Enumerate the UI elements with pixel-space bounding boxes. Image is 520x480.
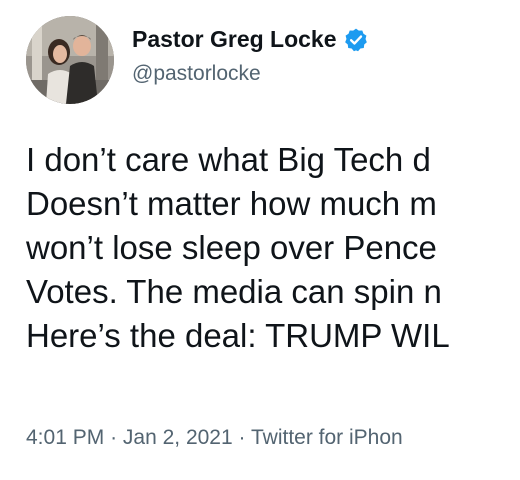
tweet-time[interactable]: 4:01 PM — [26, 426, 104, 449]
tweet-text: I don’t care what Big Tech d Doesn’t mat… — [26, 138, 520, 358]
user-handle[interactable]: @pastorlocke — [132, 62, 261, 86]
display-name-text: Pastor Greg Locke — [132, 26, 337, 52]
tweet-source[interactable]: Twitter for iPhon — [251, 426, 403, 449]
tweet-date[interactable]: Jan 2, 2021 — [123, 426, 233, 449]
tweet-line: Doesn’t matter how much m — [26, 185, 437, 222]
meta-separator: · — [110, 426, 118, 449]
tweet-line: Votes. The media can spin n — [26, 273, 442, 310]
verified-badge-icon — [343, 27, 369, 53]
display-name[interactable]: Pastor Greg Locke — [132, 26, 369, 53]
avatar-photo — [26, 16, 114, 104]
tweet-line: I don’t care what Big Tech d — [26, 141, 431, 178]
tweet-line: won’t lose sleep over Pence — [26, 229, 437, 266]
tweet-meta: 4:01 PM · Jan 2, 2021 · Twitter for iPho… — [26, 426, 403, 450]
meta-separator: · — [238, 426, 246, 449]
tweet-line: Here’s the deal: TRUMP WIL — [26, 317, 450, 354]
avatar[interactable] — [26, 16, 114, 104]
